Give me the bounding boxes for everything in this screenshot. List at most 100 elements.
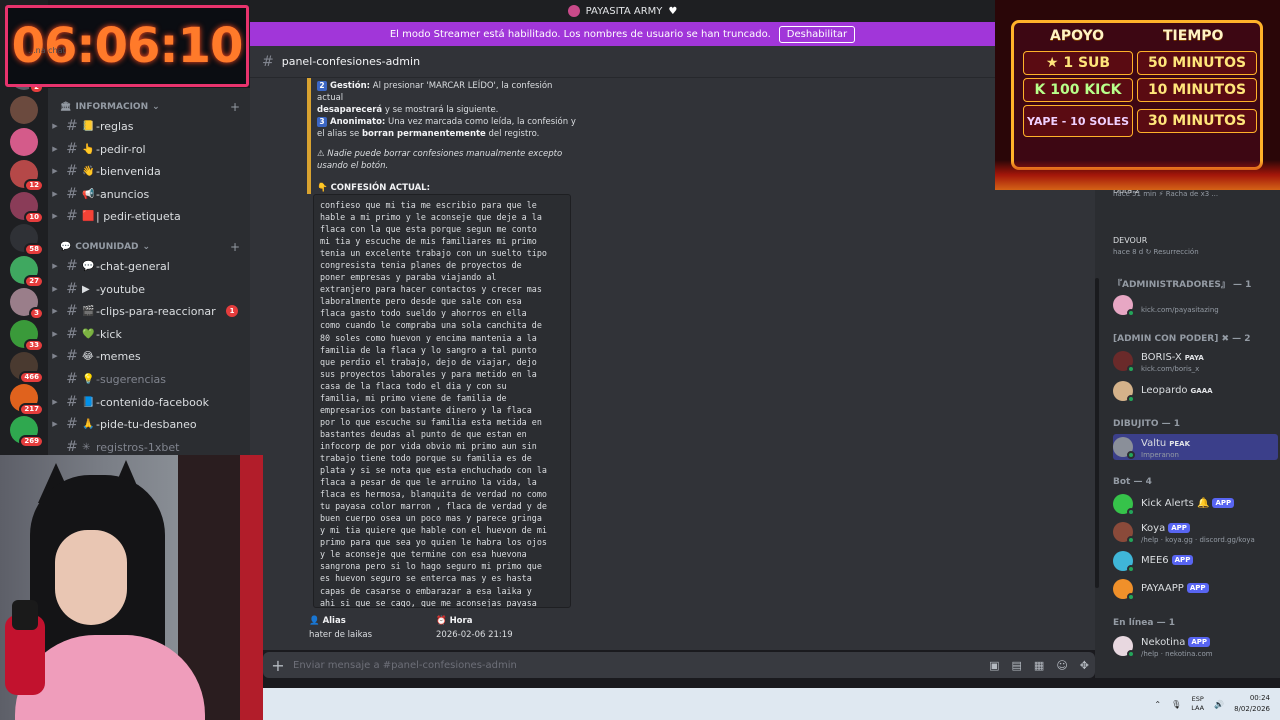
member-nekotina[interactable]: Nekotina APP /help · nekotina.com bbox=[1113, 633, 1273, 659]
number-2-icon: 2 bbox=[317, 81, 327, 91]
channel-contenido-facebook[interactable]: ▶ # 📘 -contenido-facebook bbox=[48, 391, 250, 413]
confession-line: mi tia y escuche de mis familiares mi pr… bbox=[320, 236, 537, 247]
server-icon[interactable]: 269 bbox=[10, 416, 44, 448]
confession-line: empresarios con bastante dinero y la fla… bbox=[320, 404, 532, 415]
server-icon[interactable]: 3 bbox=[10, 288, 44, 320]
channel-name: -pide-tu-desbaneo bbox=[96, 417, 197, 431]
channel-youtube[interactable]: ▶ # ▶ -youtube bbox=[48, 278, 250, 300]
confession-line: por lo que escuche su familia esta metid… bbox=[320, 416, 542, 427]
taskbar-clock[interactable]: 00:24 8/02/2026 bbox=[1234, 693, 1270, 715]
gift-icon[interactable]: ▣ bbox=[989, 659, 999, 672]
hash-icon: # bbox=[66, 118, 78, 134]
server-icon[interactable]: 58 bbox=[10, 224, 44, 256]
member-name-text: Valtu bbox=[1141, 438, 1167, 449]
channel-name: -bienvenida bbox=[96, 164, 161, 178]
server-icon[interactable]: 10 bbox=[10, 192, 44, 224]
confession-line: hable a mi primo y le aconseje que deje … bbox=[320, 212, 542, 223]
member-koya[interactable]: Koya APP /help · koya.gg · discord.gg/koy… bbox=[1113, 519, 1273, 545]
server-icon[interactable] bbox=[10, 96, 38, 124]
add-channel-icon[interactable]: + bbox=[230, 240, 240, 254]
composer-placeholder[interactable]: Enviar mensaje a #panel-confesiones-admi… bbox=[293, 660, 517, 671]
channel-pedir-rol[interactable]: ▶ # 👆 -pedir-rol bbox=[48, 138, 250, 160]
confession-line: sangrona pero si lo hago seguro mi primo… bbox=[320, 561, 542, 572]
microphone-icon[interactable]: 🎙 bbox=[1171, 700, 1181, 709]
server-icon[interactable] bbox=[10, 128, 38, 156]
chevron-up-icon[interactable]: ⌃ bbox=[1154, 700, 1161, 709]
disable-streamer-mode-button[interactable]: Deshabilitar bbox=[778, 25, 856, 43]
alias-label: Alias bbox=[322, 616, 346, 626]
member-sub: kick.com/boris_x bbox=[1141, 365, 1200, 373]
channel-reglas[interactable]: ▶ # 📒 -reglas bbox=[48, 115, 250, 137]
channel-sugerencias[interactable]: # 💡 -sugerencias bbox=[48, 368, 250, 390]
promo-cell-kick: K 100 KICK bbox=[1023, 78, 1133, 102]
channel-bienvenida[interactable]: ▶ # 👋 -bienvenida bbox=[48, 160, 250, 182]
channel-chat-general[interactable]: ▶ # 💬 -chat-general bbox=[48, 255, 250, 277]
confession-line: congresista tenia planes de proyectos de bbox=[320, 260, 522, 271]
channel-emoji: ✳ bbox=[82, 441, 91, 453]
promo-header-apoyo: APOYO bbox=[1050, 28, 1105, 44]
channel-emoji: 🎬 bbox=[82, 305, 95, 317]
channel-kick[interactable]: ▶ # 💚 -kick bbox=[48, 323, 250, 345]
promo-cell-text: 1 SUB bbox=[1063, 55, 1111, 71]
confession-line: y le aconseje que termine con esa huevon… bbox=[320, 549, 527, 560]
channel-pide-tu-desbaneo[interactable]: ▶ # 🙏 -pide-tu-desbaneo bbox=[48, 413, 250, 435]
channel-anuncios[interactable]: ▶ # 📢 -anuncios bbox=[48, 183, 250, 205]
member-leopardo[interactable]: Leopardo GAAA bbox=[1113, 378, 1273, 404]
category-comunidad[interactable]: 💬 COMUNIDAD ⌄ + bbox=[60, 240, 240, 254]
server-icon[interactable]: 466 bbox=[10, 352, 44, 384]
server-badge: 217 bbox=[19, 403, 44, 416]
member-name: Kick Alerts 🔔 APP bbox=[1141, 498, 1235, 509]
attach-plus-icon[interactable]: + bbox=[263, 656, 293, 675]
confession-line: buen cuerpo osea un poco mas y parece gr… bbox=[320, 513, 542, 524]
member-admin[interactable]: kick.com/payasitazing bbox=[1113, 292, 1273, 318]
server-badge: 466 bbox=[19, 371, 44, 384]
gestion-bold: desaparecerá bbox=[317, 105, 383, 115]
server-icon bbox=[567, 5, 580, 17]
pointing-icon: 👇 bbox=[317, 183, 328, 193]
clock-date: 8/02/2026 bbox=[1234, 705, 1270, 713]
group-en-linea: En línea — 1 bbox=[1113, 618, 1175, 628]
server-badge: 10 bbox=[24, 211, 44, 224]
member-mee6[interactable]: MEE6 APP bbox=[1113, 548, 1273, 574]
emoji-icon[interactable]: ☺ bbox=[1056, 659, 1067, 672]
number-3-icon: 3 bbox=[317, 117, 327, 127]
member-valtu[interactable]: Valtu PEAK Imperanon bbox=[1113, 434, 1278, 460]
channel-memes[interactable]: ▶ # 😂 -memes bbox=[48, 345, 250, 367]
server-icon[interactable]: 27 bbox=[10, 256, 44, 288]
channel-emoji: 🙏 bbox=[82, 418, 95, 430]
channel-emoji: 🟥 bbox=[82, 210, 95, 222]
channel-clips-para-reaccionar[interactable]: ▶ # 🎬 -clips-para-reaccionar 1 bbox=[48, 300, 250, 322]
server-icon[interactable]: 217 bbox=[10, 384, 44, 416]
webcam-face bbox=[55, 530, 127, 625]
gif-icon[interactable]: ▤ bbox=[1012, 659, 1022, 672]
hora-label: Hora bbox=[449, 616, 473, 626]
sticker-icon[interactable]: ▦ bbox=[1034, 659, 1044, 672]
server-icon[interactable]: 33 bbox=[10, 320, 44, 352]
hash-icon: # bbox=[66, 326, 78, 342]
server-icon[interactable]: 12 bbox=[10, 160, 44, 192]
chat-area: 2 Gestión: Al presionar 'MARCAR LEÍDO', l… bbox=[250, 78, 1095, 650]
member-boris-x[interactable]: BORIS-X PAYA kick.com/boris_x bbox=[1113, 348, 1273, 374]
channel-emoji: 💚 bbox=[82, 328, 95, 340]
hora-field-label: ⏰ Hora bbox=[436, 616, 472, 626]
volume-icon[interactable]: 🔊 bbox=[1214, 700, 1224, 709]
activity-devour[interactable]: DEVOUR hace 8 d ↻ Resurrección bbox=[1113, 222, 1273, 256]
warning-line: ⚠ Nadie puede borrar confesiones manualm… bbox=[317, 148, 577, 172]
category-informacion[interactable]: 🏛 INFORMACION ⌄ + bbox=[60, 100, 240, 114]
gestion-text-2: y se mostrará la siguiente. bbox=[384, 105, 499, 115]
add-channel-icon[interactable]: + bbox=[230, 100, 240, 114]
message-composer[interactable]: + Enviar mensaje a #panel-confesiones-ad… bbox=[263, 652, 1095, 678]
member-kick-alerts[interactable]: Kick Alerts 🔔 APP bbox=[1113, 491, 1273, 517]
activity-name: DEVOUR bbox=[1113, 236, 1148, 245]
group-administradores: 『ADMINISTRADORES』 — 1 bbox=[1113, 280, 1252, 290]
apps-icon[interactable]: ✥ bbox=[1080, 659, 1089, 672]
channel-name: -youtube bbox=[96, 282, 146, 296]
language-indicator[interactable]: ESP LAA bbox=[1191, 695, 1204, 713]
member-payaapp[interactable]: PAYAAPP APP bbox=[1113, 576, 1273, 602]
channel-pedir-etiqueta[interactable]: ▶ # 🟥 | pedir-etiqueta bbox=[48, 205, 250, 227]
star-icon: ★ bbox=[1045, 55, 1059, 71]
category-emoji: 💬 bbox=[60, 242, 72, 252]
member-list-scrollbar[interactable] bbox=[1095, 278, 1099, 588]
windows-taskbar: ⌃ 🎙 ESP LAA 🔊 00:24 8/02/2026 bbox=[263, 688, 1280, 720]
online-status-icon bbox=[1127, 536, 1135, 544]
